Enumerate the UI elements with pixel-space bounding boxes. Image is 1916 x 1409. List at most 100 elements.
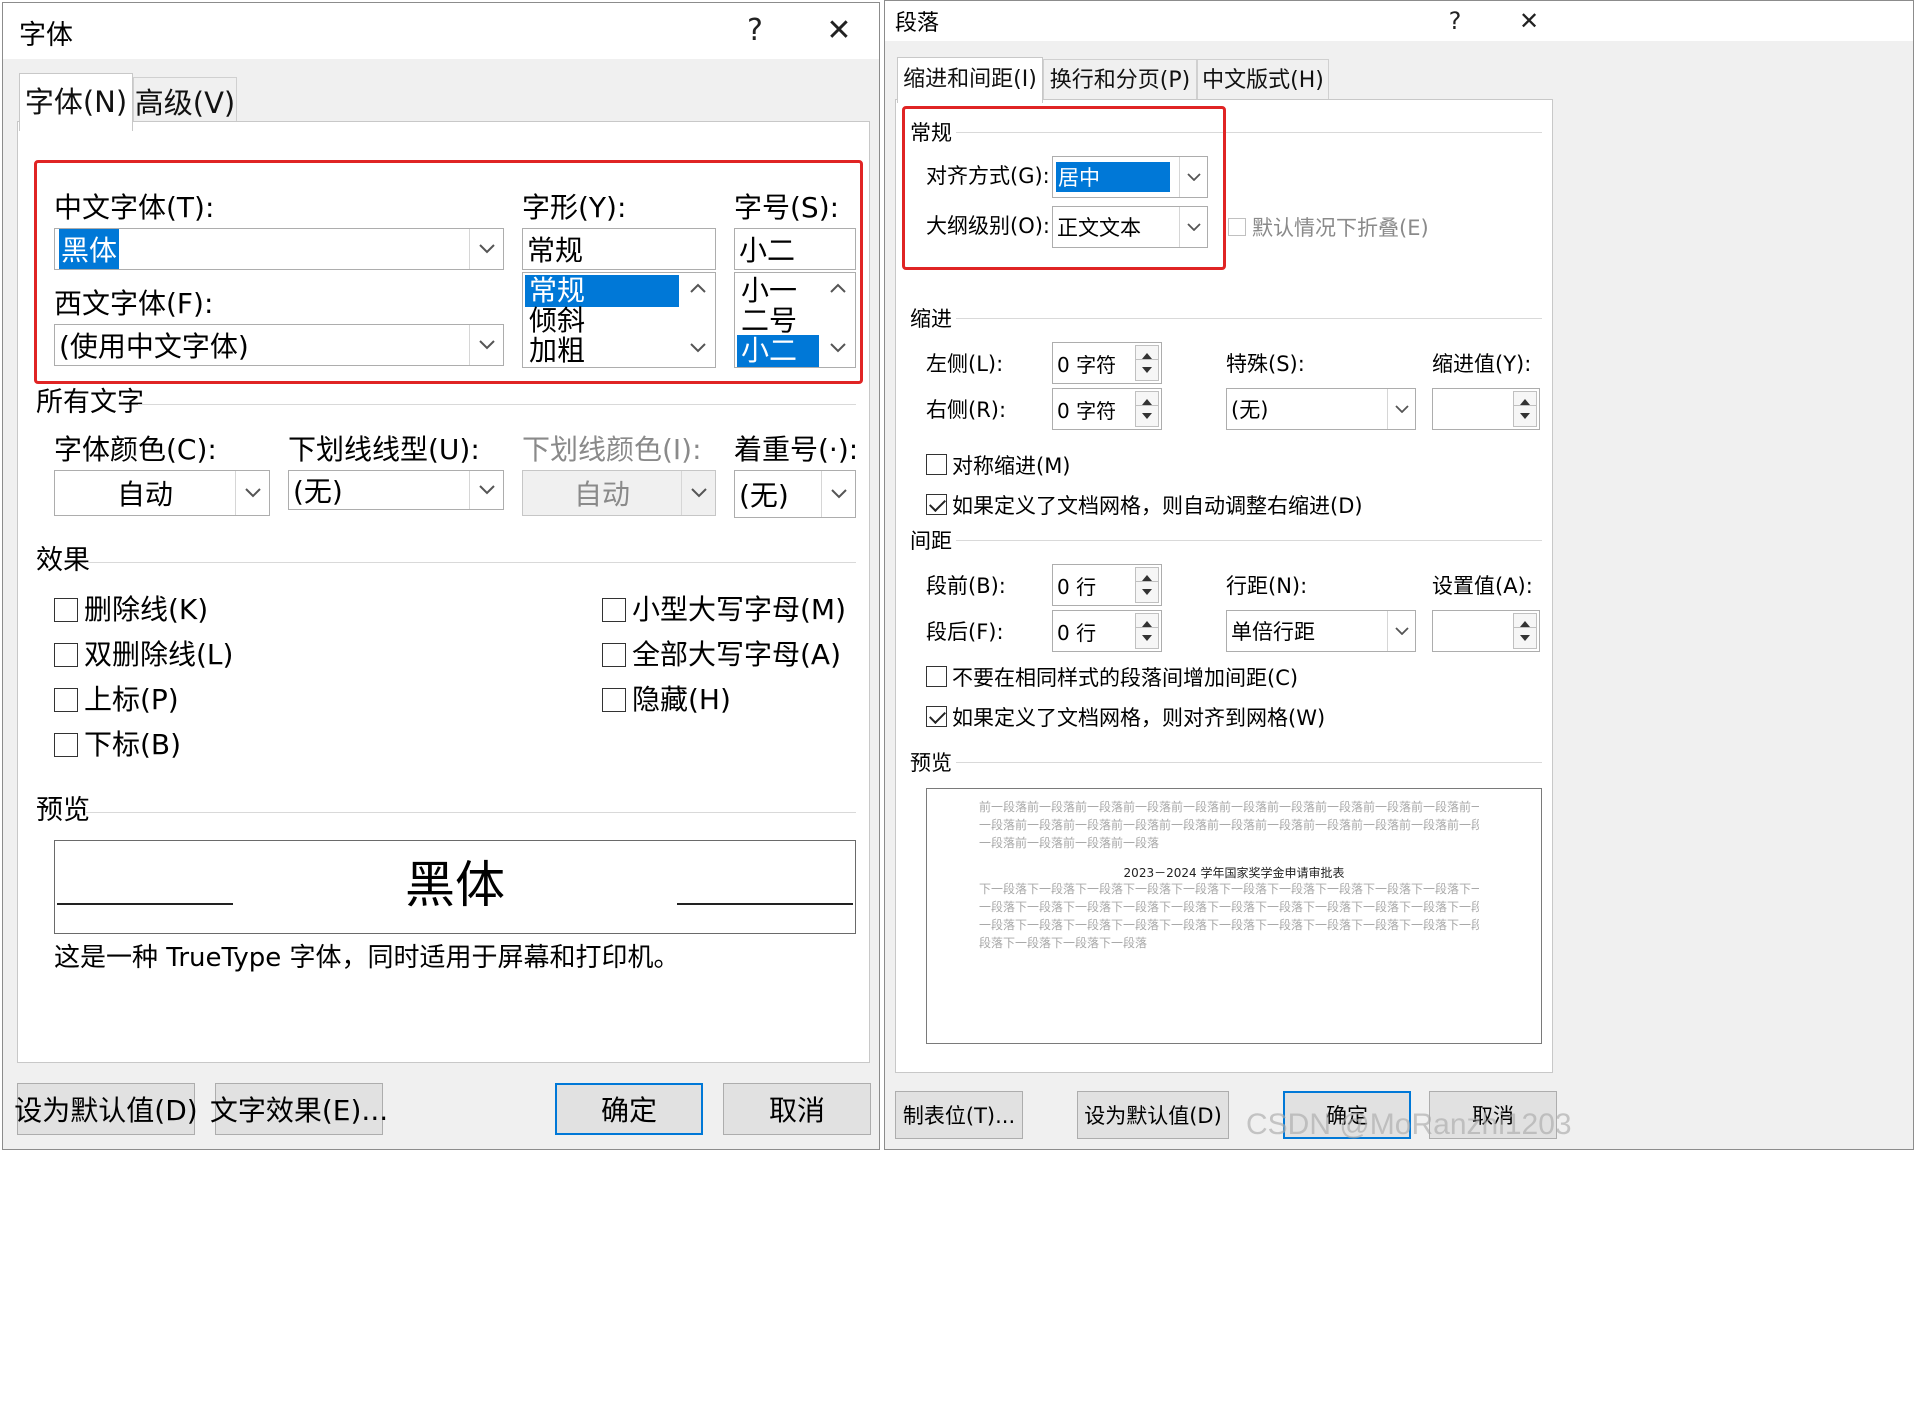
hidden-checkbox[interactable]	[602, 688, 626, 712]
alignment-label: 对齐方式(G):	[926, 164, 1050, 188]
indent-left-spinner[interactable]: 0 字符	[1052, 342, 1162, 384]
chevron-down-icon[interactable]	[1387, 611, 1415, 651]
collapse-by-default-checkbox[interactable]	[1228, 218, 1246, 236]
list-item[interactable]: 小一	[737, 275, 819, 307]
chevron-up-icon[interactable]	[830, 283, 846, 293]
chevron-down-icon[interactable]	[690, 343, 706, 353]
chevron-down-icon[interactable]	[1387, 389, 1415, 429]
special-indent-combo[interactable]: (无)	[1226, 388, 1416, 430]
double-strikethrough-label[interactable]: 双删除线(L)	[84, 637, 233, 673]
snap-to-grid-checkbox[interactable]	[926, 706, 947, 727]
all-text-section: 所有文字	[36, 387, 144, 418]
all-caps-checkbox[interactable]	[602, 643, 626, 667]
chevron-down-icon[interactable]	[821, 471, 855, 517]
spin-down-icon[interactable]	[1135, 581, 1159, 603]
ok-button[interactable]: 确定	[555, 1083, 703, 1135]
auto-adjust-right-indent-label[interactable]: 如果定义了文档网格，则自动调整右缩进(D)	[952, 488, 1363, 524]
small-caps-checkbox[interactable]	[602, 598, 626, 622]
spin-down-icon[interactable]	[1135, 359, 1159, 381]
indent-section: 缩进	[910, 307, 952, 331]
size-scrollbar[interactable]	[821, 273, 855, 367]
spin-down-icon[interactable]	[1513, 405, 1537, 427]
cancel-button[interactable]: 取消	[723, 1083, 871, 1135]
indent-left-value: 0 字符	[1057, 352, 1117, 377]
size-input[interactable]: 小二	[734, 228, 856, 270]
style-listbox[interactable]: 常规 倾斜 加粗	[522, 272, 716, 368]
chevron-down-icon[interactable]	[469, 325, 503, 365]
chevron-down-icon[interactable]	[469, 229, 503, 269]
list-item[interactable]: 倾斜	[525, 305, 679, 337]
close-button[interactable]: ✕	[819, 11, 859, 51]
chevron-down-icon[interactable]	[1179, 207, 1207, 247]
font-dialog-title: 字体	[19, 20, 73, 51]
superscript-label[interactable]: 上标(P)	[84, 682, 179, 718]
subscript-label[interactable]: 下标(B)	[84, 727, 181, 763]
line-spacing-value: 单倍行距	[1231, 620, 1315, 644]
no-space-same-style-checkbox[interactable]	[926, 666, 947, 687]
indent-by-spinner[interactable]	[1432, 388, 1540, 430]
emphasis-combo[interactable]: (无)	[734, 470, 856, 518]
effects-section: 效果	[36, 545, 90, 576]
spin-down-icon[interactable]	[1513, 627, 1537, 649]
tab-font[interactable]: 字体(N)	[19, 73, 133, 131]
tab-line-page-breaks[interactable]: 换行和分页(P)	[1043, 59, 1197, 101]
style-scrollbar[interactable]	[681, 273, 715, 367]
mirror-indents-checkbox[interactable]	[926, 454, 947, 475]
spin-down-icon[interactable]	[1135, 405, 1159, 427]
list-item[interactable]: 二号	[737, 305, 819, 337]
underline-color-combo[interactable]: 自动	[522, 470, 716, 516]
small-caps-label[interactable]: 小型大写字母(M)	[632, 592, 846, 628]
size-listbox[interactable]: 小一 二号 小二	[734, 272, 856, 368]
set-default-button[interactable]: 设为默认值(D)	[14, 1083, 198, 1135]
strikethrough-checkbox[interactable]	[54, 598, 78, 622]
chevron-down-icon[interactable]	[1179, 157, 1207, 197]
no-space-same-style-label[interactable]: 不要在相同样式的段落间增加间距(C)	[952, 660, 1298, 696]
preview-previous-line: 前一段落前一段落前一段落前一段落前一段落前一段落前一段落前一段落前一段落前一段落…	[979, 800, 1479, 814]
outline-level-combo[interactable]: 正文文本	[1052, 206, 1208, 248]
size-value: 小二	[739, 234, 796, 267]
line-spacing-at-spinner[interactable]	[1432, 610, 1540, 652]
chinese-font-combo[interactable]: 黑体	[54, 228, 504, 270]
list-item[interactable]: 加粗	[525, 335, 679, 367]
indent-right-spinner[interactable]: 0 字符	[1052, 388, 1162, 430]
chevron-down-icon[interactable]	[469, 471, 503, 509]
help-button[interactable]: ?	[735, 11, 775, 51]
style-input[interactable]: 常规	[522, 228, 716, 270]
subscript-checkbox[interactable]	[54, 733, 78, 757]
indent-spacing-panel: 常规 对齐方式(G): 居中 大纲级别(O): 正文文本 默认情况下折叠(E) …	[895, 99, 1553, 1073]
tabs-button[interactable]: 制表位(T)...	[895, 1091, 1023, 1139]
snap-to-grid-label[interactable]: 如果定义了文档网格，则对齐到网格(W)	[952, 700, 1325, 736]
list-item[interactable]: 常规	[525, 275, 679, 307]
auto-adjust-right-indent-checkbox[interactable]	[926, 494, 947, 515]
tab-indent-spacing[interactable]: 缩进和间距(I)	[897, 57, 1043, 103]
line-spacing-combo[interactable]: 单倍行距	[1226, 610, 1416, 652]
chevron-down-icon[interactable]	[681, 471, 715, 515]
superscript-checkbox[interactable]	[54, 688, 78, 712]
preview-description: 这是一种 TrueType 字体，同时适用于屏幕和打印机。	[54, 943, 680, 973]
close-button[interactable]: ✕	[1509, 1, 1549, 41]
collapse-by-default-label[interactable]: 默认情况下折叠(E)	[1252, 210, 1429, 246]
spacing-after-spinner[interactable]: 0 行	[1052, 610, 1162, 652]
mirror-indents-label[interactable]: 对称缩进(M)	[952, 448, 1071, 484]
set-default-button[interactable]: 设为默认值(D)	[1077, 1091, 1229, 1139]
paragraph-dialog-titlebar	[885, 1, 1913, 41]
spacing-before-value: 0 行	[1057, 574, 1097, 599]
underline-style-combo[interactable]: (无)	[288, 470, 504, 510]
hidden-label[interactable]: 隐藏(H)	[632, 682, 731, 718]
spacing-before-spinner[interactable]: 0 行	[1052, 564, 1162, 606]
chevron-up-icon[interactable]	[690, 283, 706, 293]
strikethrough-label[interactable]: 删除线(K)	[84, 592, 208, 628]
chevron-down-icon[interactable]	[235, 471, 269, 515]
chevron-down-icon[interactable]	[830, 343, 846, 353]
alignment-combo[interactable]: 居中	[1052, 156, 1208, 198]
all-caps-label[interactable]: 全部大写字母(A)	[632, 637, 841, 673]
list-item[interactable]: 小二	[737, 335, 819, 367]
tab-asian-typography[interactable]: 中文版式(H)	[1197, 59, 1329, 101]
text-effects-button[interactable]: 文字效果(E)...	[210, 1083, 388, 1135]
spin-down-icon[interactable]	[1135, 627, 1159, 649]
help-button[interactable]: ?	[1435, 1, 1475, 41]
font-color-combo[interactable]: 自动	[54, 470, 270, 516]
double-strikethrough-checkbox[interactable]	[54, 643, 78, 667]
western-font-combo[interactable]: (使用中文字体)	[54, 324, 504, 366]
section-divider	[956, 762, 1542, 763]
